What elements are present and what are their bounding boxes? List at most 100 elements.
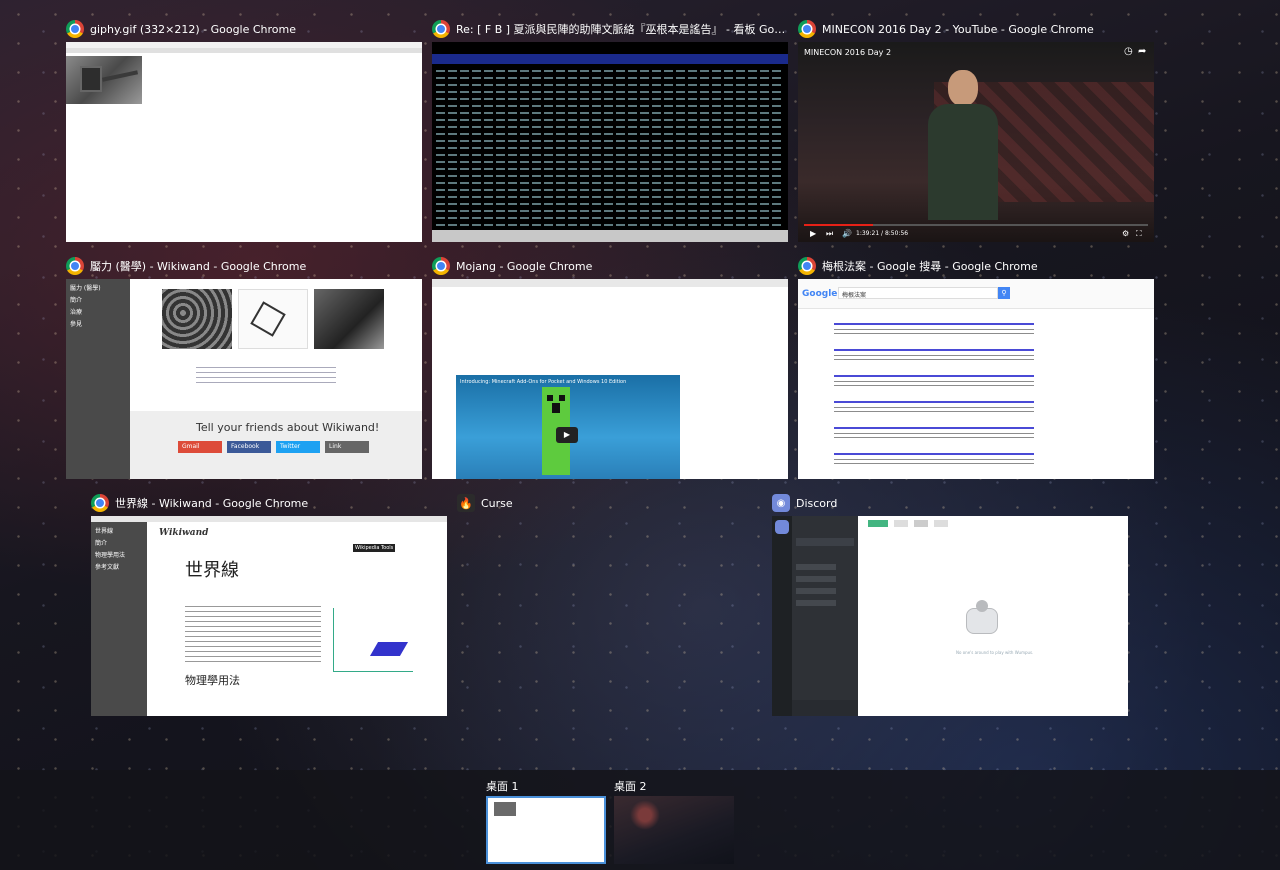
gif-image [66, 56, 142, 104]
chrome-icon [798, 20, 816, 38]
gmail-button[interactable]: Gmail [178, 441, 222, 453]
window-youtube-minecon[interactable]: MINECON 2016 Day 2 - YouTube - Google Ch… [798, 18, 1154, 242]
wikiwand-sidebar: 靨力 (醫學) 簡介 治療 參見 [66, 279, 130, 479]
settings-icon[interactable]: ⚙ [1122, 229, 1129, 238]
window-thumbnail[interactable]: MINECON 2016 Day 2 ◷ ➦ ▶ ⏭ 🔊 1:39:21 / 8… [798, 42, 1154, 242]
window-title: Curse [481, 496, 513, 510]
window-wikiwand-stress[interactable]: 靨力 (醫學) - Wikiwand - Google Chrome 靨力 (醫… [66, 255, 422, 479]
google-header: Google 梅根法案 ⚲ [798, 279, 1154, 309]
video-progress-bar[interactable] [804, 224, 1148, 226]
sidebar-item[interactable]: 治療 [70, 307, 82, 316]
window-header: giphy.gif (332×212) - Google Chrome [66, 18, 422, 40]
window-thumbnail[interactable]: Google 梅根法案 ⚲ [798, 279, 1154, 479]
friend-item[interactable] [796, 600, 836, 606]
friend-item[interactable] [796, 564, 836, 570]
friend-item[interactable] [796, 576, 836, 582]
sidebar-item[interactable]: 參見 [70, 319, 82, 328]
window-ptt-gossiping[interactable]: Re: [ F B ] 夏派與民陣的助陣文脈絡『巫根本是謠告』 - 看板 Gos… [432, 18, 788, 242]
chrome-icon [798, 257, 816, 275]
sidebar-item[interactable]: 靨力 (醫學) [70, 283, 101, 292]
play-icon[interactable]: ▶ [810, 229, 816, 238]
search-results [834, 323, 1034, 473]
desktop-thumbnail[interactable] [614, 796, 734, 864]
next-icon[interactable]: ⏭ [826, 229, 833, 239]
ptt-header-bar [432, 54, 788, 64]
desktop-label: 桌面 1 [486, 780, 519, 793]
window-giphy[interactable]: giphy.gif (332×212) - Google Chrome [66, 18, 422, 242]
google-logo[interactable]: Google [802, 289, 837, 299]
sidebar-item[interactable]: 物理學用法 [95, 550, 125, 559]
sidebar-item[interactable]: 簡介 [70, 295, 82, 304]
volume-icon[interactable]: 🔊 [842, 229, 852, 238]
window-wikiwand-worldline[interactable]: 世界線 - Wikiwand - Google Chrome 世界線 簡介 物理… [91, 492, 447, 716]
search-query: 梅根法案 [842, 292, 867, 299]
caption-text [196, 367, 336, 387]
desktop-label: 桌面 2 [614, 780, 647, 793]
sidebar-item[interactable]: 簡介 [95, 538, 107, 547]
sidebar-item[interactable]: 參考文獻 [95, 562, 119, 571]
desktop-thumbnail[interactable] [486, 796, 606, 864]
fullscreen-icon[interactable]: ⛶ [1136, 229, 1142, 239]
window-thumbnail[interactable] [432, 42, 788, 242]
window-thumbnail[interactable]: No one's around to play with Wumpus. [772, 516, 1128, 716]
clock-icon[interactable]: ◷ [1124, 46, 1133, 57]
browser-toolbar [432, 279, 788, 287]
speaker-figure [928, 70, 998, 220]
search-input[interactable]: 梅根法案 [838, 287, 998, 299]
chrome-icon [66, 20, 84, 38]
discord-icon: ◉ [772, 494, 790, 512]
friend-item[interactable] [796, 588, 836, 594]
window-title: MINECON 2016 Day 2 - YouTube - Google Ch… [822, 22, 1094, 36]
window-thumbnail[interactable]: 靨力 (醫學) 簡介 治療 參見 Tell your friends about… [66, 279, 422, 479]
server-list [772, 516, 792, 716]
window-thumbnail[interactable]: Introducing: Minecraft Add-Ons for Pocke… [432, 279, 788, 479]
play-button[interactable]: ▶ [556, 427, 578, 443]
window-header: Mojang - Google Chrome [432, 255, 788, 277]
window-curse[interactable]: 🔥 Curse [457, 492, 757, 516]
wikiwand-sidebar: 世界線 簡介 物理學用法 參考文獻 [91, 522, 147, 716]
window-title: Re: [ F B ] 夏派與民陣的助陣文脈絡『巫根本是謠告』 - 看板 Gos… [456, 23, 788, 36]
window-header: 靨力 (醫學) - Wikiwand - Google Chrome [66, 255, 422, 277]
friends-tabs [868, 520, 968, 528]
discord-home-icon[interactable] [775, 520, 789, 534]
article-text [185, 606, 321, 666]
window-title: Discord [796, 496, 838, 510]
ptt-article-text [436, 70, 784, 230]
twitter-button[interactable]: Twitter [276, 441, 320, 453]
video-title: MINECON 2016 Day 2 [804, 48, 892, 57]
window-title: 世界線 - Wikiwand - Google Chrome [115, 497, 309, 510]
friend-item[interactable] [796, 538, 854, 546]
ptt-footer-bar [432, 230, 788, 242]
window-header: ◉ Discord [772, 492, 1128, 514]
empty-state-text: No one's around to play with Wumpus. [956, 650, 1034, 655]
window-google-search[interactable]: 梅根法案 - Google 搜尋 - Google Chrome Google … [798, 255, 1154, 479]
window-title: 梅根法案 - Google 搜尋 - Google Chrome [822, 260, 1038, 273]
facebook-button[interactable]: Facebook [227, 441, 271, 453]
share-icon[interactable]: ➦ [1138, 46, 1146, 57]
search-button[interactable]: ⚲ [998, 287, 1010, 299]
window-header: 世界線 - Wikiwand - Google Chrome [91, 492, 447, 514]
wumpus-illustration [958, 600, 1006, 640]
chrome-icon [432, 20, 450, 38]
sidebar-item[interactable]: 世界線 [95, 526, 113, 535]
bacteria-image [162, 289, 232, 349]
tooltip: Wikipedia Tools [353, 544, 396, 552]
link-button[interactable]: Link [325, 441, 369, 453]
window-title: 靨力 (醫學) - Wikiwand - Google Chrome [90, 260, 307, 273]
embedded-video[interactable]: Introducing: Minecraft Add-Ons for Pocke… [456, 375, 680, 479]
wikiwand-logo[interactable]: Wikiwand [159, 528, 208, 538]
window-thumbnail[interactable]: 世界線 簡介 物理學用法 參考文獻 Wikiwand Wikipedia Too… [91, 516, 447, 716]
window-header: MINECON 2016 Day 2 - YouTube - Google Ch… [798, 18, 1154, 40]
virtual-desktops-bar: 桌面 1 桌面 2 [0, 770, 1280, 870]
page-heading: 世界線 [185, 560, 239, 581]
chrome-icon [91, 494, 109, 512]
window-mojang[interactable]: Mojang - Google Chrome Introducing: Mine… [432, 255, 788, 479]
share-panel: Tell your friends about Wikiwand! Gmail … [130, 411, 422, 479]
window-title: Mojang - Google Chrome [456, 259, 593, 273]
window-discord[interactable]: ◉ Discord No one's around to play with W… [772, 492, 1128, 716]
window-title: giphy.gif (332×212) - Google Chrome [90, 22, 297, 36]
video-time: 1:39:21 / 8:50:56 [856, 230, 909, 237]
desktop-2[interactable]: 桌面 2 [614, 778, 734, 864]
window-thumbnail[interactable] [66, 42, 422, 242]
desktop-1[interactable]: 桌面 1 [486, 778, 606, 864]
